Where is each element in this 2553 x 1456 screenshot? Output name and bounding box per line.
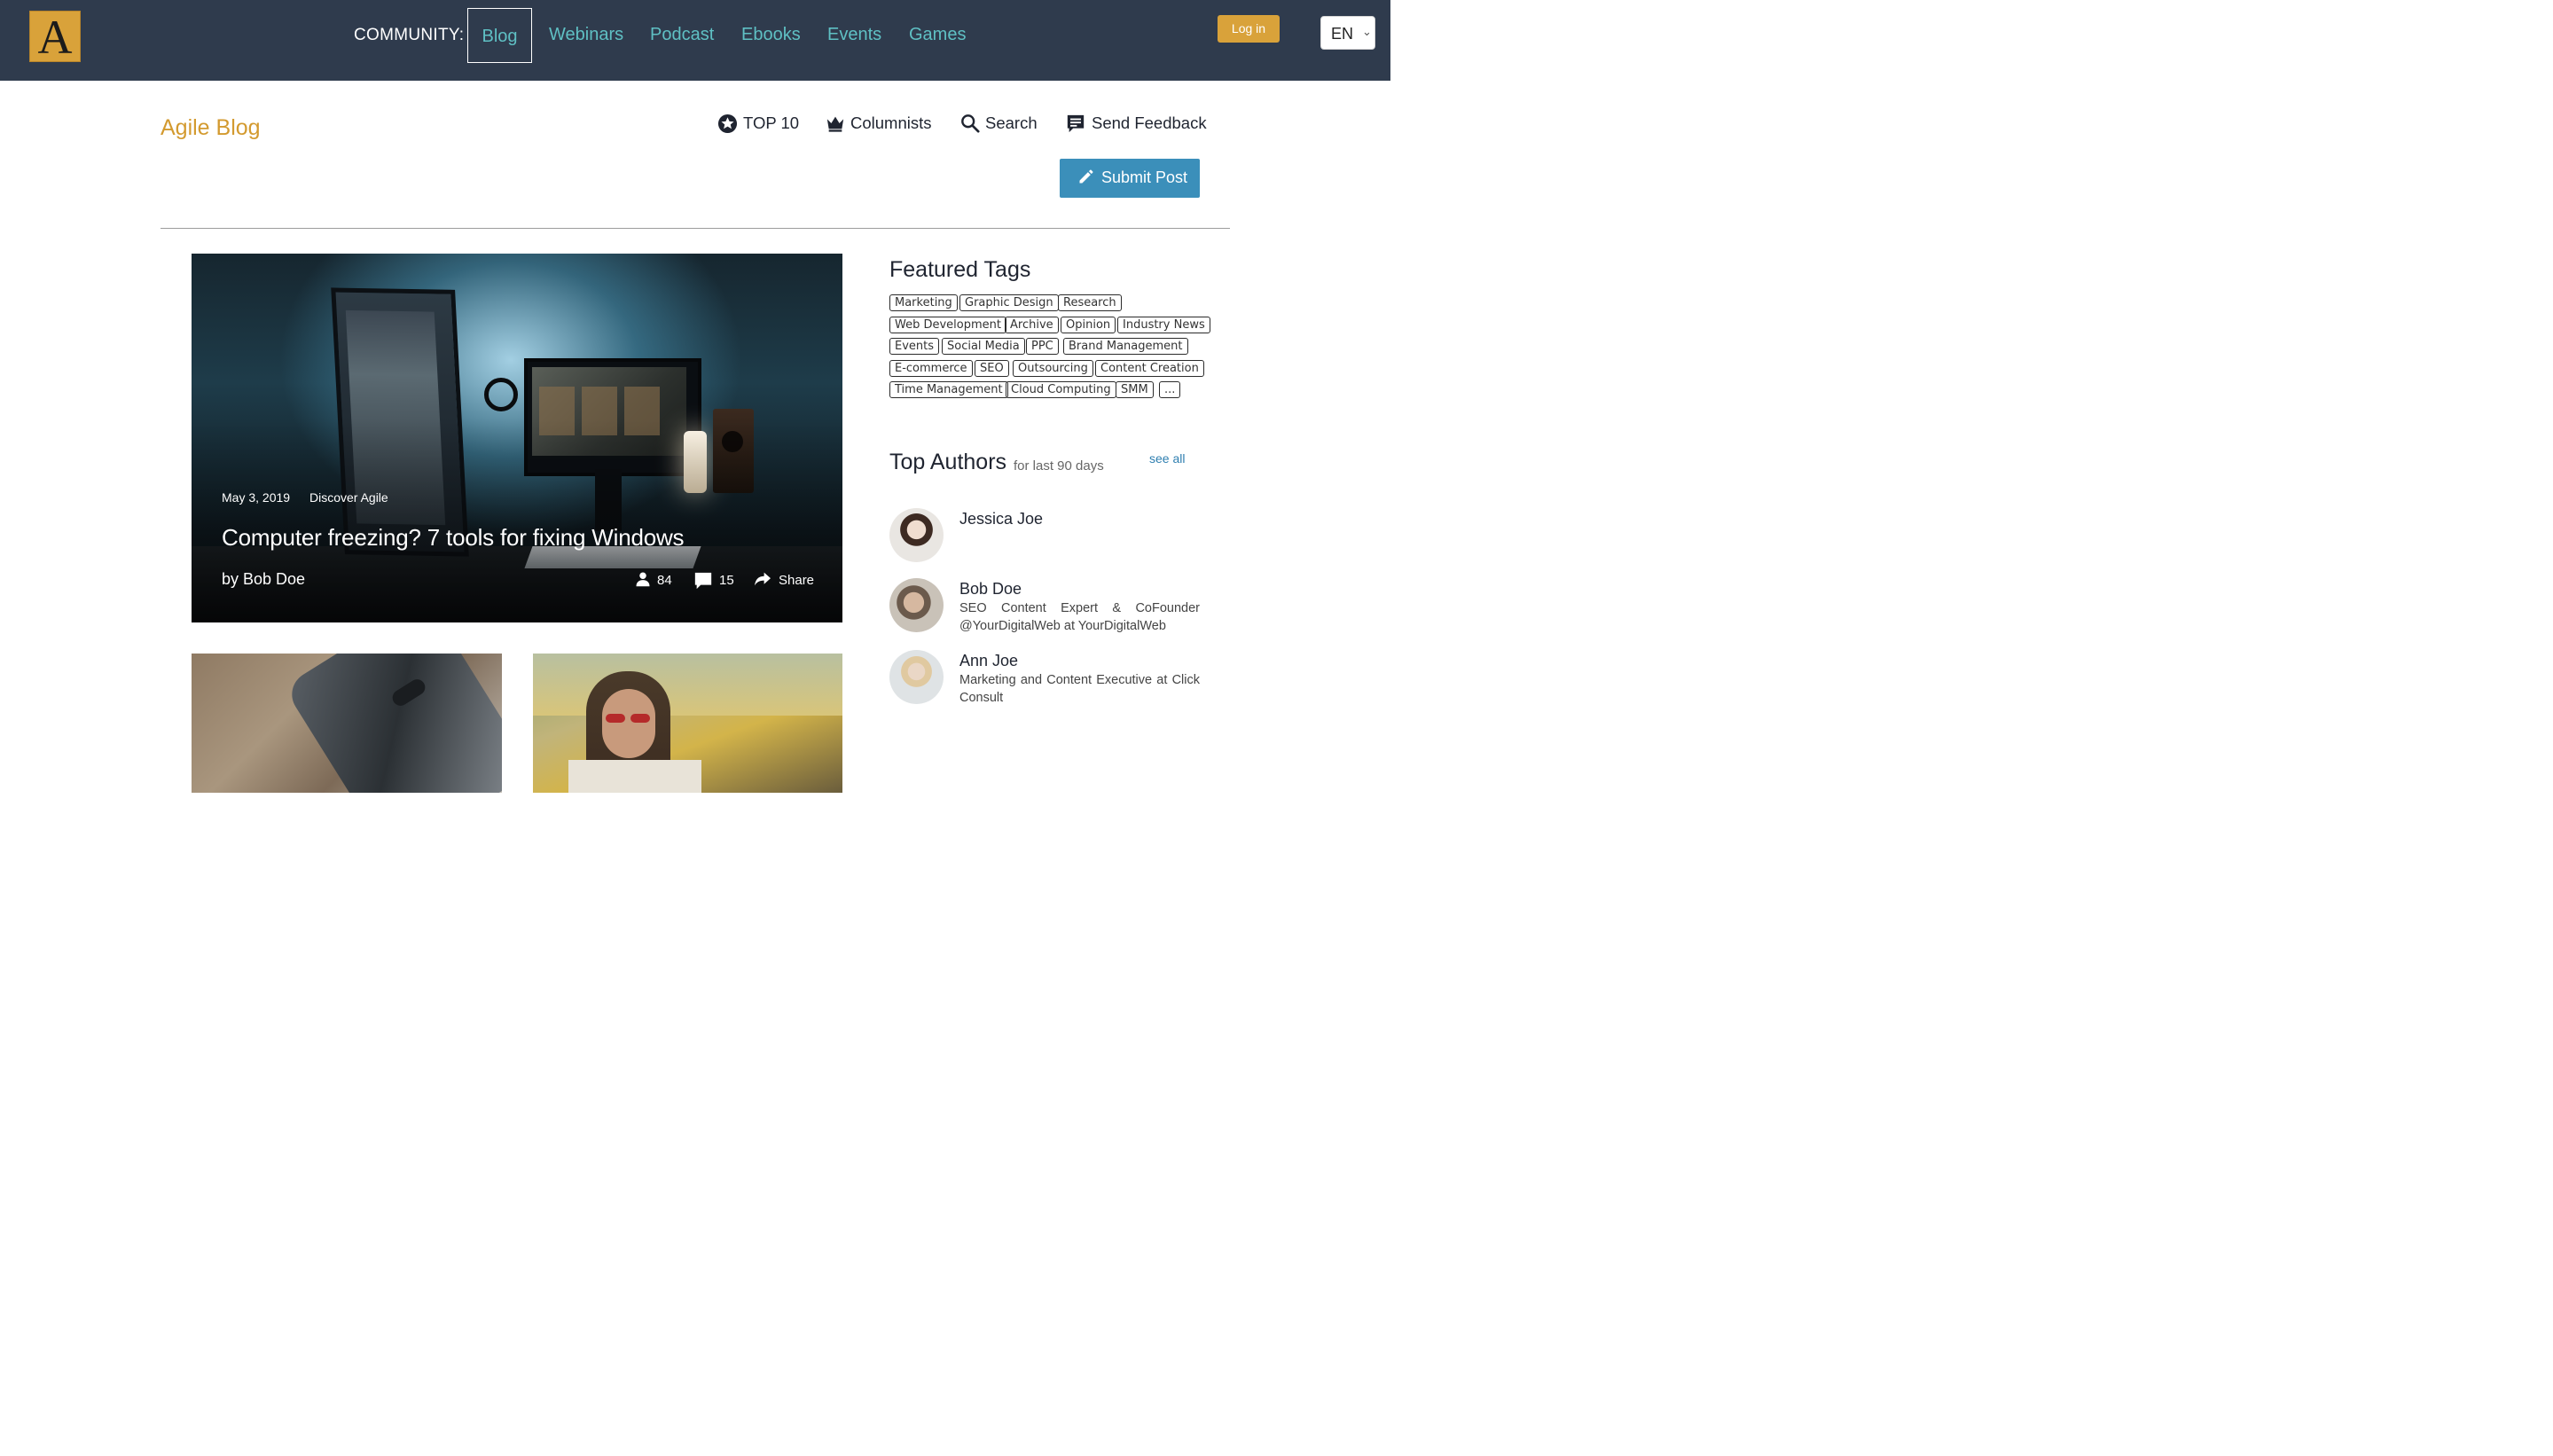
tag-ppc[interactable]: PPC xyxy=(1026,338,1059,355)
post-date: May 3, 2019 xyxy=(222,490,291,505)
nav-tab-podcast[interactable]: Podcast xyxy=(650,25,714,45)
author-name[interactable]: Jessica Joe xyxy=(959,510,1043,528)
tag-cloud-computing[interactable]: Cloud Computing xyxy=(1006,381,1116,398)
tag-archive[interactable]: Archive xyxy=(1005,317,1059,333)
tag-more[interactable]: ... xyxy=(1159,381,1181,398)
author-description: Marketing and Content Executive at Click… xyxy=(959,673,1200,705)
star-badge-icon xyxy=(717,114,738,134)
top-authors-heading: Top Authors xyxy=(889,450,1007,474)
nav-tab-ebooks[interactable]: Ebooks xyxy=(741,25,801,45)
featured-post-card[interactable]: May 3, 2019 Discover Agile Computer free… xyxy=(192,254,842,622)
share-button[interactable]: Share xyxy=(754,571,816,589)
nav-tab-webinars[interactable]: Webinars xyxy=(549,25,623,45)
submit-post-label: Submit Post xyxy=(1101,168,1188,186)
post-comments-count: 15 xyxy=(719,573,734,588)
top-authors-period: for last 90 days xyxy=(1014,458,1104,474)
share-label: Share xyxy=(779,573,815,588)
top10-link[interactable]: TOP 10 xyxy=(717,114,800,135)
tag-seo[interactable]: SEO xyxy=(975,360,1009,377)
nav-tab-blog[interactable]: Blog xyxy=(467,8,532,63)
search-link[interactable]: Search xyxy=(960,114,1040,135)
pencil-icon xyxy=(1079,169,1093,184)
nav-tab-events[interactable]: Events xyxy=(827,25,881,45)
avatar[interactable] xyxy=(889,508,944,562)
feedback-message-icon xyxy=(1067,114,1085,133)
top10-label: TOP 10 xyxy=(743,114,800,132)
language-value: EN xyxy=(1331,25,1354,43)
top-navigation-bar: A COMMUNITY: Blog Webinars Podcast Ebook… xyxy=(0,0,1390,81)
avatar[interactable] xyxy=(889,650,944,704)
tag-social-media[interactable]: Social Media xyxy=(942,338,1025,355)
post-card-thumbnail[interactable] xyxy=(533,654,842,793)
author-description: SEO Content Expert & CoFounder @YourDigi… xyxy=(959,601,1200,633)
search-icon xyxy=(961,114,980,133)
share-arrow-icon xyxy=(755,572,771,586)
tag-outsourcing[interactable]: Outsourcing xyxy=(1013,360,1093,377)
tag-time-management[interactable]: Time Management xyxy=(889,381,1008,398)
submit-post-button[interactable]: Submit Post xyxy=(1060,159,1200,198)
columnists-label: Columnists xyxy=(850,114,932,132)
tag-content-creation[interactable]: Content Creation xyxy=(1095,360,1204,377)
community-label: COMMUNITY: xyxy=(354,26,465,44)
login-button[interactable]: Log in xyxy=(1218,15,1280,43)
section-divider xyxy=(161,228,1230,229)
car-window-image xyxy=(533,654,842,716)
language-select[interactable]: EN ⌄ xyxy=(1320,16,1375,50)
chevron-down-icon: ⌄ xyxy=(1362,25,1372,38)
columnists-link[interactable]: Columnists xyxy=(826,114,932,135)
blog-title[interactable]: Agile Blog xyxy=(161,115,261,141)
tag-opinion[interactable]: Opinion xyxy=(1061,317,1116,333)
author-name[interactable]: Ann Joe xyxy=(959,652,1018,670)
tag-e-commerce[interactable]: E-commerce xyxy=(889,360,973,377)
post-author[interactable]: by Bob Doe xyxy=(222,570,305,589)
search-label: Search xyxy=(985,114,1038,132)
post-category-link[interactable]: Discover Agile xyxy=(309,490,388,505)
tag-industry-news[interactable]: Industry News xyxy=(1117,317,1210,333)
post-card-thumbnail[interactable] xyxy=(192,654,502,793)
tag-graphic-design[interactable]: Graphic Design xyxy=(959,294,1059,311)
logo-letter: A xyxy=(37,11,73,64)
author-name[interactable]: Bob Doe xyxy=(959,580,1022,599)
post-views-count: 84 xyxy=(657,573,672,588)
send-feedback-link[interactable]: Send Feedback xyxy=(1066,114,1207,135)
site-logo[interactable]: A xyxy=(29,11,81,62)
tag-smm[interactable]: SMM xyxy=(1116,381,1154,398)
send-feedback-label: Send Feedback xyxy=(1092,114,1207,132)
tag-marketing[interactable]: Marketing xyxy=(889,294,958,311)
tag-events[interactable]: Events xyxy=(889,338,940,355)
phone-image xyxy=(283,654,502,793)
post-comments[interactable]: 15 xyxy=(693,571,734,590)
see-all-authors-link[interactable]: see all xyxy=(1149,451,1185,466)
post-views: 84 xyxy=(635,571,675,589)
tag-research[interactable]: Research xyxy=(1058,294,1122,311)
tag-web-development[interactable]: Web Development xyxy=(889,317,1006,333)
avatar[interactable] xyxy=(889,578,944,632)
nav-tab-games[interactable]: Games xyxy=(909,25,966,45)
featured-tags-heading: Featured Tags xyxy=(889,257,1031,282)
crown-icon xyxy=(826,116,844,132)
tag-brand-management[interactable]: Brand Management xyxy=(1063,338,1188,355)
user-icon xyxy=(636,572,650,587)
post-title[interactable]: Computer freezing? 7 tools for fixing Wi… xyxy=(222,524,685,552)
comment-icon xyxy=(694,572,712,590)
nav-tab-blog-label: Blog xyxy=(482,27,518,46)
